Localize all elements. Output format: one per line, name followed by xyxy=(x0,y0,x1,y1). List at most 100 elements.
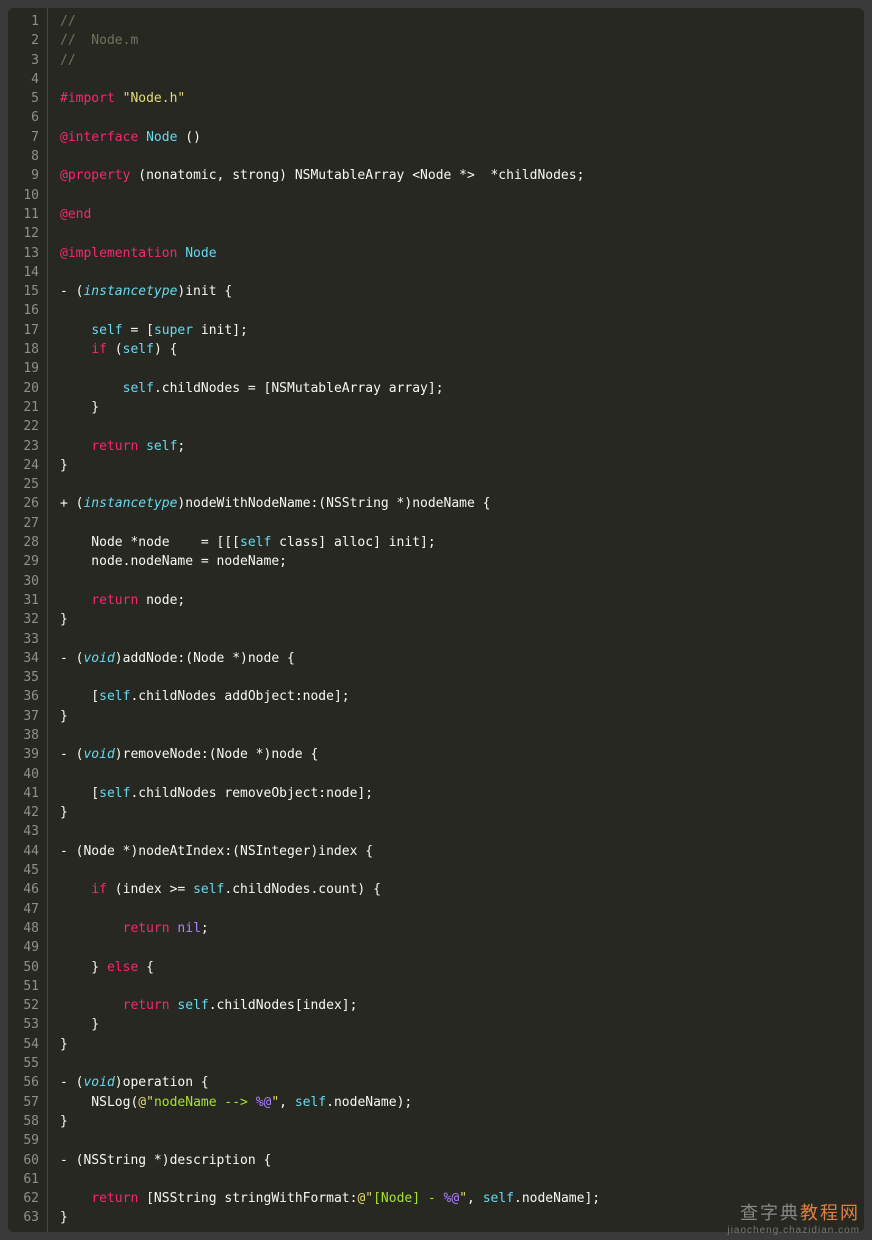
line-number: 24 xyxy=(8,456,39,475)
code-line: if (index >= self.childNodes.count) { xyxy=(60,880,864,899)
code-line xyxy=(60,977,864,996)
line-number: 31 xyxy=(8,591,39,610)
line-number: 63 xyxy=(8,1208,39,1227)
code-line: return self; xyxy=(60,437,864,456)
code-line: return node; xyxy=(60,591,864,610)
line-number: 29 xyxy=(8,552,39,571)
code-line: } xyxy=(60,610,864,629)
code-line: } xyxy=(60,803,864,822)
line-number: 42 xyxy=(8,803,39,822)
line-number: 49 xyxy=(8,938,39,957)
line-number: 41 xyxy=(8,784,39,803)
line-number: 5 xyxy=(8,89,39,108)
line-number: 22 xyxy=(8,417,39,436)
line-number: 33 xyxy=(8,630,39,649)
code-line: [self.childNodes removeObject:node]; xyxy=(60,784,864,803)
code-line xyxy=(60,726,864,745)
code-line: } xyxy=(60,456,864,475)
line-number: 55 xyxy=(8,1054,39,1073)
code-line: - (void)addNode:(Node *)node { xyxy=(60,649,864,668)
line-number: 52 xyxy=(8,996,39,1015)
code-line xyxy=(60,822,864,841)
code-line: } else { xyxy=(60,958,864,977)
line-number: 57 xyxy=(8,1093,39,1112)
watermark-text2: 教程网 xyxy=(800,1203,860,1223)
line-number: 20 xyxy=(8,379,39,398)
code-line: // xyxy=(60,12,864,31)
line-number: 39 xyxy=(8,745,39,764)
code-line: } xyxy=(60,707,864,726)
line-number: 4 xyxy=(8,70,39,89)
code-line: // Node.m xyxy=(60,31,864,50)
code-line xyxy=(60,147,864,166)
code-line xyxy=(60,938,864,957)
code-line xyxy=(60,263,864,282)
line-number: 54 xyxy=(8,1035,39,1054)
code-line xyxy=(60,1131,864,1150)
line-number: 43 xyxy=(8,822,39,841)
code-line xyxy=(60,186,864,205)
line-number: 45 xyxy=(8,861,39,880)
line-number: 59 xyxy=(8,1131,39,1150)
code-line: - (void)operation { xyxy=(60,1073,864,1092)
line-number: 13 xyxy=(8,244,39,263)
line-number: 8 xyxy=(8,147,39,166)
watermark: 查字典教程网 jiaocheng.chazidian.com xyxy=(727,1199,860,1236)
line-number: 44 xyxy=(8,842,39,861)
line-number: 23 xyxy=(8,437,39,456)
code-line: @end xyxy=(60,205,864,224)
line-number: 37 xyxy=(8,707,39,726)
line-number: 62 xyxy=(8,1189,39,1208)
line-number: 12 xyxy=(8,224,39,243)
code-line: [self.childNodes addObject:node]; xyxy=(60,687,864,706)
line-number: 19 xyxy=(8,359,39,378)
code-line: - (void)removeNode:(Node *)node { xyxy=(60,745,864,764)
code-line xyxy=(60,514,864,533)
code-line: return nil; xyxy=(60,919,864,938)
code-line: - (instancetype)init { xyxy=(60,282,864,301)
line-number: 3 xyxy=(8,51,39,70)
code-editor: 1234567891011121314151617181920212223242… xyxy=(8,8,864,1232)
code-line: // xyxy=(60,51,864,70)
code-line xyxy=(60,224,864,243)
code-line: @implementation Node xyxy=(60,244,864,263)
line-number: 17 xyxy=(8,321,39,340)
line-number: 21 xyxy=(8,398,39,417)
code-line: + (instancetype)nodeWithNodeName:(NSStri… xyxy=(60,494,864,513)
code-line xyxy=(60,861,864,880)
line-number: 50 xyxy=(8,958,39,977)
line-number: 25 xyxy=(8,475,39,494)
code-line: #import "Node.h" xyxy=(60,89,864,108)
line-number: 1 xyxy=(8,12,39,31)
line-number: 35 xyxy=(8,668,39,687)
code-line: } xyxy=(60,1112,864,1131)
code-line: } xyxy=(60,1015,864,1034)
line-number: 30 xyxy=(8,572,39,591)
code-line xyxy=(60,630,864,649)
line-number: 47 xyxy=(8,900,39,919)
code-line: node.nodeName = nodeName; xyxy=(60,552,864,571)
line-number: 6 xyxy=(8,108,39,127)
watermark-text1: 查字典 xyxy=(740,1203,800,1223)
line-number: 11 xyxy=(8,205,39,224)
code-line xyxy=(60,70,864,89)
code-line xyxy=(60,900,864,919)
code-line xyxy=(60,417,864,436)
line-number: 18 xyxy=(8,340,39,359)
code-line xyxy=(60,359,864,378)
line-number: 58 xyxy=(8,1112,39,1131)
line-number: 61 xyxy=(8,1170,39,1189)
code-line: - (Node *)nodeAtIndex:(NSInteger)index { xyxy=(60,842,864,861)
line-number: 27 xyxy=(8,514,39,533)
line-number: 38 xyxy=(8,726,39,745)
line-number: 26 xyxy=(8,494,39,513)
code-line xyxy=(60,475,864,494)
code-line xyxy=(60,301,864,320)
line-number: 40 xyxy=(8,765,39,784)
code-line xyxy=(60,1170,864,1189)
code-line: } xyxy=(60,398,864,417)
line-number: 7 xyxy=(8,128,39,147)
line-number: 36 xyxy=(8,687,39,706)
code-line xyxy=(60,572,864,591)
line-number: 48 xyxy=(8,919,39,938)
